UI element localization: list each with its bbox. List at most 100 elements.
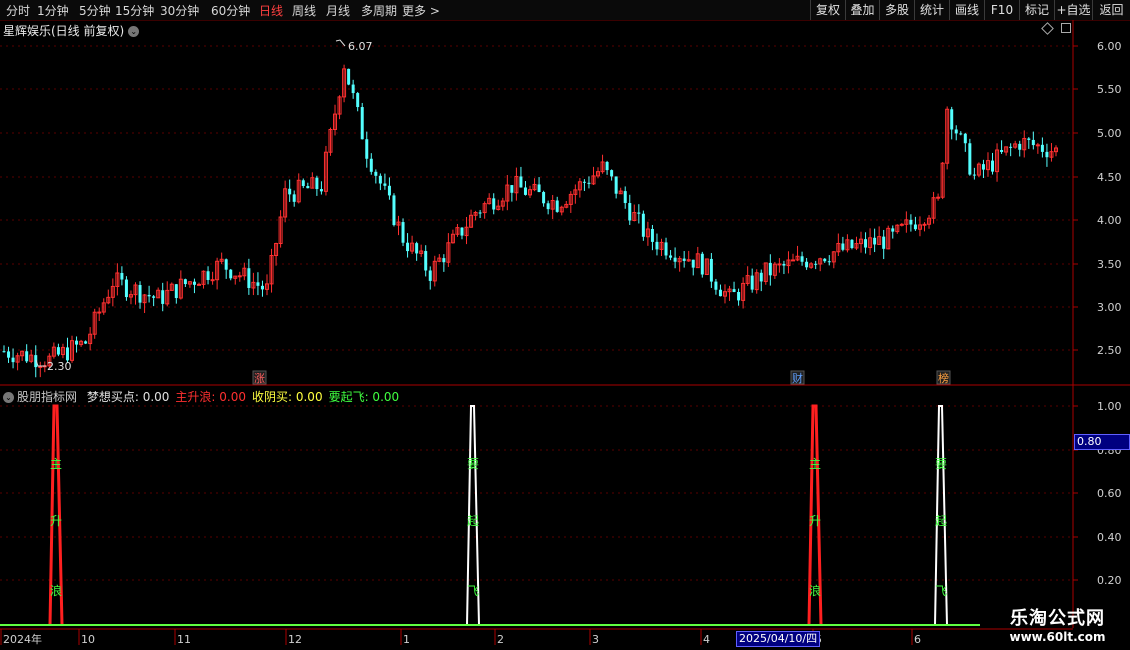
candle-body — [972, 174, 976, 176]
candle-body — [387, 185, 391, 196]
candle-body — [147, 294, 151, 297]
indicator-title: ⌄ 股朋指标网 梦想买点: 0.00 主升浪: 0.00 收阴买: 0.00 要起飞: … — [3, 388, 405, 405]
candle-body — [587, 182, 591, 184]
price-axis-label: 4.00 — [1097, 214, 1122, 227]
price-axis-label: 2.50 — [1097, 344, 1122, 357]
candle-body — [936, 196, 941, 199]
candle-body — [882, 236, 886, 249]
candle-body — [2, 351, 6, 353]
candle-body — [732, 289, 736, 292]
candle-body — [864, 239, 868, 248]
candle-body — [641, 213, 645, 237]
indicator-field-2: 收阴买: 0.00 — [252, 390, 323, 404]
indicator-field-3: 要起飞: 0.00 — [328, 390, 400, 404]
date-axis-label: 2 — [497, 633, 504, 646]
candle-body — [378, 175, 382, 184]
spike-label: 升 — [809, 514, 821, 528]
candle-body — [542, 192, 546, 204]
indicator-field-0: 梦想买点: 0.00 — [86, 390, 170, 404]
spike-label: 起 — [467, 514, 479, 528]
candle-body — [750, 275, 754, 290]
candle-body — [628, 203, 632, 221]
candle-body — [805, 261, 809, 268]
spike-label: 主 — [50, 457, 62, 471]
indicator-axis-label: 0.20 — [1097, 574, 1122, 587]
candle-body — [56, 347, 60, 355]
candle-body — [800, 256, 804, 262]
low-price-label: 2.30 — [47, 360, 72, 373]
indicator-name: 股朋指标网 — [17, 390, 78, 404]
candle-body — [891, 228, 895, 232]
candle-body — [347, 68, 351, 85]
spike-label: 浪 — [809, 583, 821, 598]
candle-body — [369, 158, 373, 172]
candle-body — [192, 281, 196, 285]
candle-body — [260, 285, 264, 290]
date-axis-label: 1 — [403, 633, 410, 646]
candle-body — [1031, 139, 1035, 146]
candle-body — [519, 176, 523, 188]
candle-body — [424, 251, 428, 271]
candle-body — [768, 262, 772, 276]
candle-body — [873, 237, 877, 245]
candle-body — [1027, 138, 1031, 140]
candle-body — [138, 284, 142, 303]
event-badge: 财 — [792, 371, 803, 385]
date-axis-label: 10 — [81, 633, 95, 646]
candle-body — [306, 186, 310, 189]
candle-body — [97, 311, 102, 314]
date-axis-label: 4 — [703, 633, 710, 646]
candle-body — [968, 143, 972, 175]
date-axis-label: 2024年 — [3, 632, 42, 646]
date-axis-label: 6 — [914, 633, 921, 646]
candle-body — [650, 228, 654, 242]
spike-label: 主 — [809, 457, 821, 471]
candle-body — [759, 272, 763, 282]
candle-body — [161, 290, 165, 304]
candle-body — [610, 170, 614, 177]
event-badge: 涨 — [254, 372, 265, 385]
price-axis-label: 5.00 — [1097, 127, 1122, 140]
indicator-axis-label: 0.60 — [1097, 487, 1122, 500]
price-axis-label: 4.50 — [1097, 171, 1122, 184]
candle-body — [899, 223, 904, 226]
candle-body — [1045, 151, 1049, 158]
high-price-label: 6.07 — [348, 40, 373, 53]
price-axis-label: 3.00 — [1097, 301, 1122, 314]
candle-body — [11, 357, 15, 363]
spike-label: 起 — [935, 514, 947, 528]
candle-body — [415, 243, 419, 254]
candle-body — [478, 212, 482, 214]
spike-label: 浪 — [50, 583, 62, 598]
candle-body — [38, 365, 43, 368]
candle-body — [841, 243, 845, 250]
candle-body — [959, 133, 963, 135]
candle-body — [351, 84, 355, 94]
price-axis-label: 3.50 — [1097, 258, 1122, 271]
candle-body — [913, 224, 917, 230]
candle-body — [428, 270, 432, 281]
candle-body — [288, 188, 292, 195]
candle-body — [237, 275, 242, 278]
candle-body — [963, 133, 967, 144]
spike-label: 飞 — [467, 584, 479, 598]
candle-body — [25, 351, 29, 362]
watermark-line1: 乐淘公式网 — [1010, 608, 1105, 629]
high-marker — [335, 39, 346, 47]
candle-body — [315, 177, 319, 190]
indicator-field-1: 主升浪: 0.00 — [175, 390, 246, 404]
candle-body — [492, 198, 496, 210]
date-axis-label: 3 — [592, 633, 599, 646]
kline-chart[interactable]: 6.00 5.50 5.00 4.50 4.00 3.50 3.00 2.50 6.07 2.30… — [0, 0, 1130, 650]
candle-body — [374, 171, 378, 176]
candle-body — [210, 279, 215, 282]
candle-body — [196, 283, 201, 286]
chevron-down-icon[interactable]: ⌄ — [3, 392, 14, 403]
spike-label: 飞 — [935, 584, 947, 598]
candle-body — [406, 242, 410, 252]
candle-body — [65, 347, 69, 361]
candle-body — [301, 180, 305, 187]
candle-body — [664, 242, 668, 256]
price-axis-label: 6.00 — [1097, 40, 1122, 53]
price-axis-label: 5.50 — [1097, 83, 1122, 96]
